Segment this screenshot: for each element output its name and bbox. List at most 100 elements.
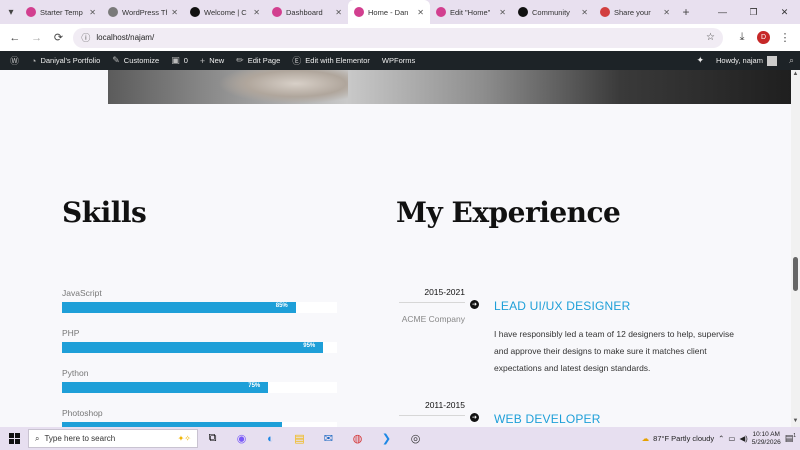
outlook-icon[interactable]: ✉ xyxy=(314,427,343,450)
skill-progress-fill: 95% xyxy=(62,342,324,353)
tab-close-icon[interactable]: ✕ xyxy=(89,8,96,17)
skill-progress-bar: 95% xyxy=(62,342,337,353)
back-button[interactable]: ← xyxy=(4,27,26,49)
skill-percent: 95% xyxy=(303,343,316,349)
tab-favicon-icon xyxy=(190,7,200,17)
reload-button[interactable]: ⟳ xyxy=(48,27,70,49)
browser-tab[interactable]: Edit "Home" ✕ xyxy=(430,0,512,24)
skill-progress-bar: 85% xyxy=(62,302,337,313)
tab-title: WordPress Th xyxy=(122,7,168,17)
tab-close-icon[interactable]: ✕ xyxy=(581,8,588,17)
experience-description: I have responsibly led a team of 12 desi… xyxy=(494,329,735,373)
tab-favicon-icon xyxy=(436,7,446,17)
scroll-thumb[interactable] xyxy=(793,257,798,291)
elementor-icon: Ⓔ xyxy=(292,56,302,66)
admin-site-name[interactable]: ◔ Daniyal's Portfolio xyxy=(25,51,106,70)
tab-favicon-icon xyxy=(354,7,364,17)
minimize-button[interactable]: — xyxy=(707,0,738,24)
skill-name: Photoshop xyxy=(62,408,103,418)
wpforms-label: WPForms xyxy=(381,56,416,65)
clock-time: 10:10 AM xyxy=(752,430,780,438)
github-desktop-icon[interactable]: ◎ xyxy=(401,427,430,450)
tab-title: Dashboard xyxy=(286,7,323,17)
tab-close-icon[interactable]: ✕ xyxy=(335,8,342,17)
tab-title: Edit "Home" xyxy=(450,7,491,17)
notification-icon[interactable]: ▤1 xyxy=(785,433,796,444)
browser-tab[interactable]: Welcome | C ✕ xyxy=(184,0,266,24)
edit-page-label: Edit Page xyxy=(247,56,281,65)
search-icon: ⌕ xyxy=(35,433,40,443)
customize-label: Customize xyxy=(123,56,160,65)
browser-menu-icon[interactable]: ⋮ xyxy=(774,27,796,49)
bookmark-star-icon[interactable]: ☆ xyxy=(706,32,715,43)
chrome-icon[interactable]: ◍ xyxy=(343,427,372,450)
site-info-icon[interactable]: ⓘ xyxy=(81,31,90,44)
scroll-up-icon[interactable]: ▲ xyxy=(792,71,799,77)
scroll-down-icon[interactable]: ▼ xyxy=(792,418,799,424)
system-tray: ☁ 87°F Partly cloudy ⌃ ▭ ◀) 10:10 AM 5/2… xyxy=(642,431,800,447)
tab-title: Welcome | C xyxy=(204,7,247,17)
admin-account[interactable]: Howdy, najam xyxy=(710,51,783,70)
search-placeholder: Type here to search xyxy=(44,434,116,443)
wordpress-logo-icon[interactable]: Ⓦ xyxy=(4,51,25,70)
browser-tab-strip: ▾ Starter Temp ✕ WordPress Th ✕ Welcome | C ✕… xyxy=(0,0,800,24)
forward-button[interactable]: → xyxy=(26,27,48,49)
edge-icon[interactable]: ◐ xyxy=(256,427,285,450)
downloads-icon[interactable]: ⤓ xyxy=(731,27,753,49)
browser-tab[interactable]: Home - Dan ✕ xyxy=(348,0,430,24)
tab-search-icon[interactable]: ▾ xyxy=(2,3,20,21)
browser-tab[interactable]: Dashboard ✕ xyxy=(266,0,348,24)
tab-close-icon[interactable]: ✕ xyxy=(417,8,424,17)
windows-start-button[interactable] xyxy=(0,427,28,450)
profile-avatar[interactable]: D xyxy=(757,31,770,44)
browser-tab[interactable]: Community ✕ xyxy=(512,0,594,24)
sparkle-decoration-icon: ✦✧ xyxy=(177,434,191,443)
copilot-icon[interactable]: ◉ xyxy=(227,427,256,450)
admin-customize[interactable]: ✎ Customize xyxy=(106,51,165,70)
dashboard-icon: ◔ xyxy=(31,55,37,66)
experience-divider xyxy=(399,302,465,303)
tray-chevron-icon[interactable]: ⌃ xyxy=(718,434,724,443)
admin-new[interactable]: + New xyxy=(194,51,230,70)
tab-close-icon[interactable]: ✕ xyxy=(499,8,506,17)
experience-title: LEAD UI/UX DESIGNER xyxy=(494,299,631,313)
wp-admin-bar: Ⓦ ◔ Daniyal's Portfolio ✎ Customize ▣ 0 + Ne… xyxy=(0,51,800,70)
weather-text[interactable]: 87°F Partly cloudy xyxy=(653,434,714,443)
admin-edit-page[interactable]: ✏ Edit Page xyxy=(230,51,286,70)
restore-button[interactable]: ❐ xyxy=(738,0,769,24)
skill-progress-fill: 85% xyxy=(62,302,296,313)
admin-search-icon[interactable]: ⌕ xyxy=(783,51,800,70)
admin-elementor[interactable]: Ⓔ Edit with Elementor xyxy=(286,51,376,70)
windows-logo-icon xyxy=(8,433,20,444)
skills-heading: Skills xyxy=(62,196,147,229)
browser-tab[interactable]: WordPress Th ✕ xyxy=(102,0,184,24)
sparkle-icon[interactable]: ✦ xyxy=(690,51,710,70)
experience-title: WEB DEVELOPER xyxy=(494,412,601,426)
volume-icon[interactable]: ◀) xyxy=(740,434,748,443)
address-input[interactable]: ⓘ localhost/najam/ ☆ xyxy=(73,27,723,48)
taskbar-search-input[interactable]: ⌕ Type here to search ✦✧ xyxy=(28,429,198,448)
admin-wpforms[interactable]: WPForms xyxy=(376,51,421,70)
network-icon[interactable]: ▭ xyxy=(728,434,735,443)
address-bar-row: ← → ⟳ ⓘ localhost/najam/ ☆ ⤓ D ⋮ xyxy=(0,24,800,51)
skill-name: PHP xyxy=(62,328,80,338)
new-tab-button[interactable]: + xyxy=(676,5,696,19)
brush-icon: ✎ xyxy=(112,55,120,65)
skill-progress-bar: 75% xyxy=(62,382,337,393)
weather-icon[interactable]: ☁ xyxy=(642,434,650,443)
tab-close-icon[interactable]: ✕ xyxy=(171,8,178,17)
task-view-icon[interactable]: ⧉ xyxy=(198,427,227,450)
page-scrollbar[interactable]: ▲ ▼ xyxy=(791,70,800,427)
taskbar-clock[interactable]: 10:10 AM 5/29/2026 xyxy=(752,431,781,447)
admin-comments[interactable]: ▣ 0 xyxy=(165,51,194,70)
close-window-button[interactable]: ✕ xyxy=(769,0,800,24)
vscode-icon[interactable]: ❯ xyxy=(372,427,401,450)
tab-close-icon[interactable]: ✕ xyxy=(253,8,260,17)
browser-tab[interactable]: Starter Temp ✕ xyxy=(20,0,102,24)
tab-close-icon[interactable]: ✕ xyxy=(663,8,670,17)
timeline-arrow-icon: ➜ xyxy=(470,413,479,422)
pencil-icon: ✏ xyxy=(236,55,244,65)
windows-taskbar: ⌕ Type here to search ✦✧ ⧉ ◉ ◐ ▤ ✉ ◍ ❯ ◎… xyxy=(0,427,800,450)
browser-tab[interactable]: Share your ✕ xyxy=(594,0,676,24)
file-explorer-icon[interactable]: ▤ xyxy=(285,427,314,450)
